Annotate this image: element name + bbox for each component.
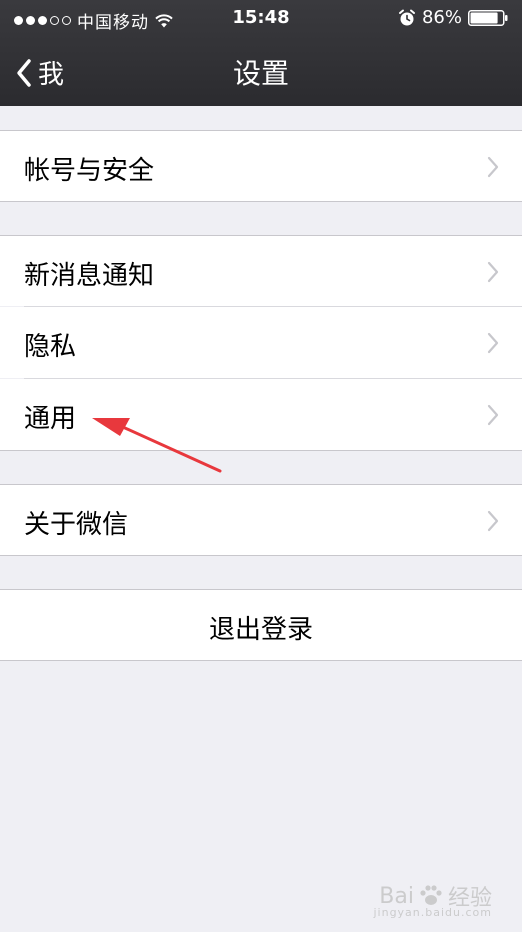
battery-percent: 86% (421, 7, 462, 28)
watermark-url: jingyan.baidu.com (373, 906, 492, 919)
chevron-right-icon (487, 510, 499, 532)
page-title: 设置 (232, 57, 289, 90)
settings-item-account-security[interactable]: 帐号与安全 (0, 130, 522, 202)
top-bar: 中国移动 15:48 86% 我 设置 (0, 0, 522, 106)
settings-item-privacy[interactable]: 隐私 (0, 307, 522, 378)
logout-button[interactable]: 退出登录 (0, 589, 522, 661)
settings-item-label: 帐号与安全 (24, 156, 155, 186)
chevron-right-icon (487, 404, 499, 426)
settings-item-label: 隐私 (24, 332, 77, 362)
status-right: 86% (398, 7, 508, 28)
paw-icon (420, 885, 442, 905)
settings-item-label: 通用 (24, 404, 77, 434)
settings-screen: 中国移动 15:48 86% 我 设置 帐号与安全 新消息通知 隐私 通用 关于… (0, 0, 522, 932)
settings-item-general[interactable]: 通用 (0, 379, 522, 451)
chevron-right-icon (487, 332, 499, 354)
alarm-icon (398, 9, 415, 25)
navigation-bar: 我 设置 (0, 36, 522, 106)
status-bar: 中国移动 15:48 86% (0, 0, 522, 36)
settings-item-label: 新消息通知 (24, 261, 155, 291)
settings-item-new-message-notifications[interactable]: 新消息通知 (0, 235, 522, 306)
watermark-brand: Bai (379, 883, 414, 909)
settings-item-label: 关于微信 (24, 510, 129, 540)
watermark-logo: Bai 经验 jingyan.baidu.com (373, 880, 492, 920)
logout-label: 退出登录 (208, 615, 313, 645)
chevron-right-icon (487, 156, 499, 178)
battery-icon (468, 9, 508, 26)
chevron-right-icon (487, 261, 499, 283)
settings-item-about-wechat[interactable]: 关于微信 (0, 484, 522, 556)
